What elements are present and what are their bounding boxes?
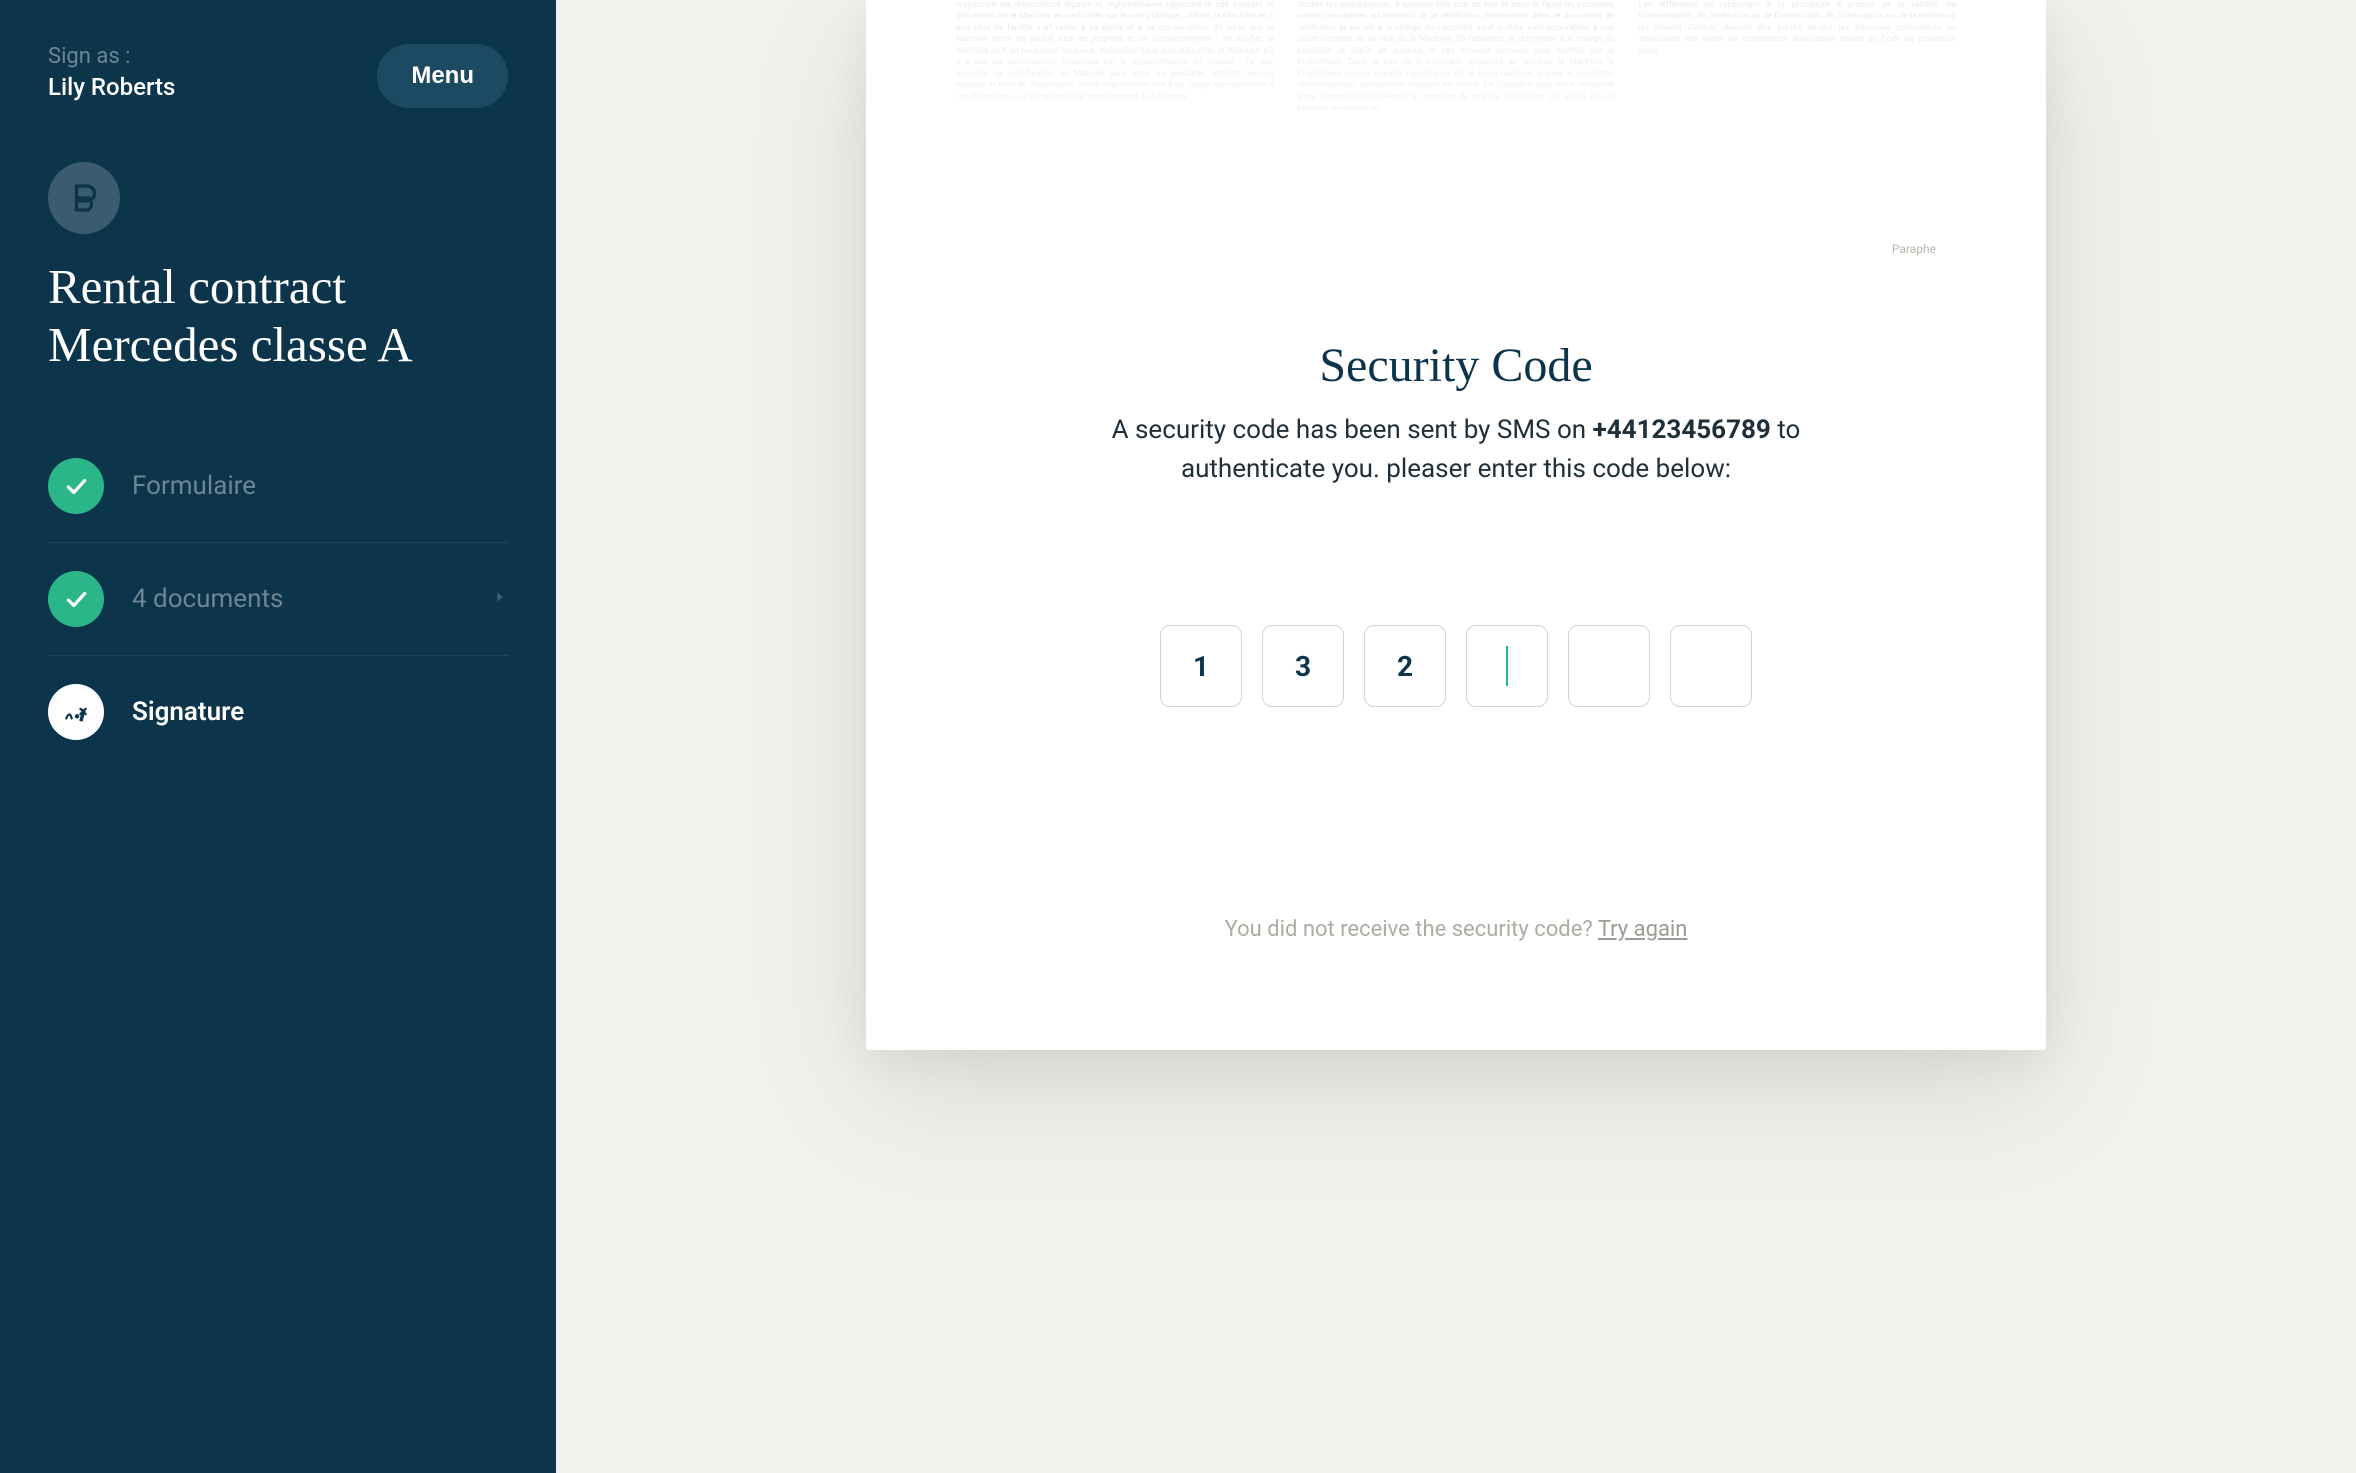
desc-pre: A security code has been sent by SMS on: [1112, 415, 1593, 445]
panel: respectant les dispositions légales et r…: [866, 0, 2046, 1050]
step-formulaire[interactable]: Formulaire: [48, 430, 508, 543]
code-digit-1[interactable]: 1: [1160, 625, 1242, 707]
step-label: Formulaire: [132, 471, 508, 501]
steps-nav: Formulaire 4 documents: [48, 430, 508, 768]
paraphe-label: Paraphe: [1892, 242, 1936, 256]
resend-text: You did not receive the security code?: [1225, 917, 1598, 942]
page-title: Rental contract Mercedes classe A: [48, 258, 508, 374]
main: respectant les dispositions légales et r…: [556, 0, 2356, 1473]
resend-row: You did not receive the security code? T…: [866, 917, 2046, 942]
code-digit-5[interactable]: [1568, 625, 1650, 707]
title-line-2: Mercedes classe A: [48, 317, 413, 372]
title-line-1: Rental contract: [48, 259, 346, 314]
chevron-right-icon: [492, 589, 508, 609]
sign-as-label: Sign as :: [48, 44, 175, 69]
menu-button[interactable]: Menu: [377, 44, 508, 108]
caret-icon: [1506, 646, 1508, 686]
code-input-row: 1 3 2: [866, 625, 2046, 707]
brand-icon: [48, 162, 120, 234]
checkmark-icon: [48, 571, 104, 627]
security-code-title: Security Code: [866, 338, 2046, 393]
document-preview: respectant les dispositions légales et r…: [866, 0, 2046, 274]
code-digit-2[interactable]: 3: [1262, 625, 1344, 707]
step-documents[interactable]: 4 documents: [48, 543, 508, 656]
doc-column-1: respectant les dispositions légales et r…: [956, 0, 1273, 234]
step-label: Signature: [132, 697, 508, 727]
sidebar: Sign as : Lily Roberts Menu Rental contr…: [0, 0, 556, 1473]
step-signature[interactable]: Signature: [48, 656, 508, 768]
phone-number: +44123456789: [1593, 415, 1771, 445]
checkmark-icon: [48, 458, 104, 514]
doc-column-2: Toutes les dégradations, à quelque titre…: [1297, 0, 1614, 234]
signature-icon: [48, 684, 104, 740]
security-code-description: A security code has been sent by SMS on …: [1066, 411, 1846, 489]
doc-column-3: Les différends se rapportant à la procéd…: [1639, 0, 1956, 234]
step-label: 4 documents: [132, 584, 464, 614]
code-digit-4[interactable]: [1466, 625, 1548, 707]
sidebar-top: Sign as : Lily Roberts Menu: [48, 44, 508, 108]
sign-as-block: Sign as : Lily Roberts: [48, 44, 175, 101]
sign-as-name: Lily Roberts: [48, 73, 175, 101]
try-again-link[interactable]: Try again: [1598, 917, 1688, 942]
code-digit-6[interactable]: [1670, 625, 1752, 707]
code-digit-3[interactable]: 2: [1364, 625, 1446, 707]
